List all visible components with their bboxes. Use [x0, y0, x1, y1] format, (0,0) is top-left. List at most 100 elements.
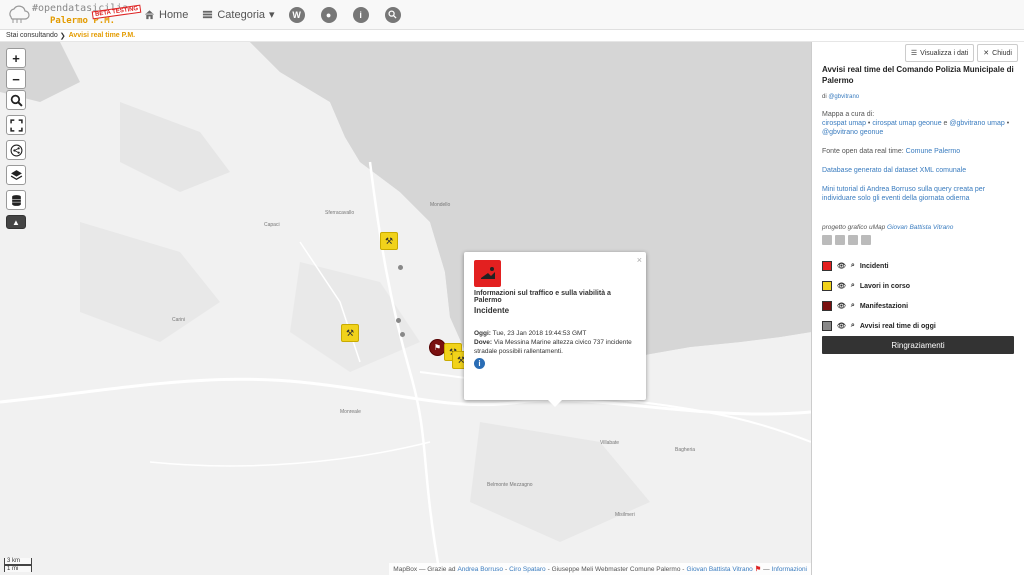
view-data-button[interactable]: ☰ Visualizza i dati: [904, 44, 975, 62]
home-icon: [144, 10, 155, 20]
legend-item-lavori[interactable]: 👁 ⌕ Lavori in corso: [822, 276, 1018, 296]
eye-icon[interactable]: 👁: [837, 282, 846, 290]
attribution-link[interactable]: Andrea Borruso: [457, 566, 503, 573]
zoom-in-button[interactable]: +: [6, 48, 26, 68]
cloud-logo-icon: [9, 5, 30, 23]
top-navbar: #opendatasicilia Palermo P.M. BETA TESTI…: [0, 0, 1024, 30]
layers-icon: [10, 169, 22, 180]
attribution-link[interactable]: Ciro Spataro: [509, 566, 546, 573]
breadcrumb-current[interactable]: Avvisi real time P.M.: [69, 32, 136, 39]
sidebar-description: Mappa a cura di: cirospat umap • cirospa…: [822, 111, 1010, 202]
layer-legend: 👁 ⌕ Incidenti 👁 ⌕ Lavori in corso 👁 ⌕ Ma…: [822, 256, 1018, 336]
chevron-right-icon: ❯: [57, 32, 66, 40]
incident-popup: × Informazioni sul traffico e sulla viab…: [464, 252, 646, 407]
info-icon[interactable]: i: [474, 358, 485, 369]
caret-up-icon: ▲: [12, 217, 20, 227]
target-icon[interactable]: ●: [320, 6, 337, 23]
fullscreen-button[interactable]: [6, 115, 26, 135]
map-search-button[interactable]: [6, 90, 26, 110]
expand-more-button[interactable]: ▲: [6, 215, 26, 229]
credits: progetto grafico uMap Giovan Battista Vi…: [822, 224, 954, 231]
eye-icon[interactable]: 👁: [837, 262, 846, 270]
place-label: Villabate: [600, 440, 620, 446]
popup-type: Incidente: [474, 306, 510, 315]
map-view[interactable]: Capaci Carini Sferracavallo Mondello Mon…: [0, 42, 811, 575]
wordpress-icon[interactable]: W: [288, 6, 305, 23]
legend-swatch: [822, 321, 832, 331]
place-label: Carini: [172, 317, 186, 323]
data-browser-button[interactable]: [6, 190, 26, 210]
marker-oggi[interactable]: [398, 265, 403, 270]
list-icon: ☰: [910, 50, 918, 57]
marker-oggi[interactable]: [396, 318, 401, 323]
zoom-icon[interactable]: ⌕: [851, 302, 855, 310]
database-link[interactable]: Database generato dal dataset XML comuna…: [822, 167, 966, 174]
place-label: Sferracavallo: [325, 210, 355, 216]
author-byline: di @gbvitrano: [822, 94, 860, 100]
place-label: Bagheria: [675, 447, 696, 453]
nav-categoria-label: Categoria: [217, 8, 266, 21]
popup-tip: [548, 400, 562, 407]
legend-item-oggi[interactable]: 👁 ⌕ Avvisi real time di oggi: [822, 316, 1018, 336]
twitter-icon[interactable]: [835, 235, 845, 245]
info-icon[interactable]: i: [352, 6, 369, 23]
popup-date: Oggi: Tue, 23 Jan 2018 19:44:53 GMT: [474, 330, 587, 337]
place-label: Belmonte Mezzagno: [487, 482, 533, 488]
scale-mi: 1 mi: [4, 565, 32, 572]
popup-close-button[interactable]: ×: [637, 255, 642, 265]
author-link[interactable]: cirospat umap: [822, 120, 866, 127]
embed-icon[interactable]: [861, 235, 871, 245]
zoom-icon[interactable]: ⌕: [851, 262, 855, 270]
place-label: Misilmeri: [615, 512, 635, 518]
layers-button[interactable]: [6, 165, 26, 185]
roadwork-icon: ⚒: [345, 327, 355, 338]
source-link[interactable]: Comune Palermo: [906, 148, 960, 155]
site-logo[interactable]: #opendatasicilia Palermo P.M. BETA TESTI…: [6, 0, 142, 30]
author-link[interactable]: cirospat umap geonue: [872, 120, 941, 127]
place-label: Mondello: [430, 202, 451, 208]
search-icon[interactable]: [384, 6, 401, 23]
place-label: Capaci: [264, 222, 280, 228]
close-button[interactable]: ✕ Chiudi: [977, 44, 1018, 62]
marker-lavori[interactable]: ⚒: [341, 324, 359, 342]
eye-icon[interactable]: 👁: [837, 302, 846, 310]
nav-home[interactable]: Home: [144, 9, 188, 21]
breadcrumb-prefix: Stai consultando: [6, 32, 58, 39]
legend-item-manifestazioni[interactable]: 👁 ⌕ Manifestazioni: [822, 296, 1018, 316]
author-link[interactable]: @gbvitrano umap: [949, 120, 1004, 127]
umap-logo-icon: ⚑: [754, 566, 762, 573]
nav-home-label: Home: [159, 8, 189, 21]
author-link[interactable]: @gbvitrano geonue: [822, 129, 883, 136]
caret-down-icon: ▾: [269, 9, 275, 21]
crash-icon: [474, 260, 501, 287]
eye-icon[interactable]: 👁: [837, 322, 846, 330]
close-icon: ✕: [983, 50, 990, 57]
facebook-icon[interactable]: [822, 235, 832, 245]
legend-swatch: [822, 301, 832, 311]
search-icon: [10, 94, 23, 107]
ringraziamenti-button[interactable]: Ringraziamenti: [822, 336, 1014, 354]
marker-lavori[interactable]: ⚒: [380, 232, 398, 250]
marker-oggi[interactable]: [400, 332, 405, 337]
attribution-link[interactable]: Giovan Battista Vitrano: [686, 566, 752, 573]
map-attribution: MapBox — Grazie ad Andrea Borruso - Ciro…: [389, 563, 811, 575]
legend-item-incidenti[interactable]: 👁 ⌕ Incidenti: [822, 256, 1018, 276]
sidebar: ☰ Visualizza i dati ✕ Chiudi Avvisi real…: [811, 42, 1024, 575]
breadcrumb: Stai consultando ❯ Avvisi real time P.M.: [0, 30, 1024, 42]
roadwork-icon: ⚒: [384, 235, 394, 246]
legend-swatch: [822, 261, 832, 271]
database-icon: [11, 194, 21, 206]
zoom-icon[interactable]: ⌕: [851, 282, 855, 290]
zoom-out-button[interactable]: −: [6, 69, 26, 89]
nav-categoria[interactable]: Categoria ▾: [202, 8, 275, 21]
map-scale: 3 km 1 mi: [4, 558, 32, 572]
share-icon: [10, 144, 22, 156]
popup-title: Informazioni sul traffico e sulla viabil…: [474, 290, 611, 304]
map-basemap: [0, 42, 811, 575]
scale-km: 3 km: [4, 558, 32, 565]
zoom-icon[interactable]: ⌕: [851, 322, 855, 330]
tutorial-link[interactable]: Mini tutorial di Andrea Borruso sulla qu…: [822, 186, 985, 202]
email-icon[interactable]: [848, 235, 858, 245]
share-button[interactable]: [6, 140, 26, 160]
informazioni-link[interactable]: Informazioni: [772, 566, 807, 573]
